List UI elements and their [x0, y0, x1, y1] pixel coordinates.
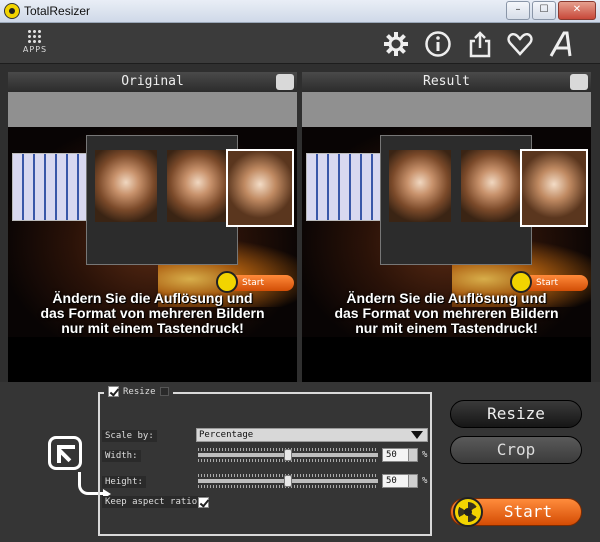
caption-line: das Format von mehreren Bildern: [40, 305, 265, 321]
preview-result-photo: [461, 150, 523, 222]
font-a-icon[interactable]: [548, 30, 576, 58]
preview-photo-grid: [12, 153, 94, 221]
start-button[interactable]: Start: [450, 497, 582, 527]
resize-groupbox: [98, 392, 432, 536]
width-value: 50: [386, 450, 397, 460]
toolbar: APPS: [0, 23, 600, 64]
share-icon[interactable]: [466, 30, 494, 58]
original-title: Original: [121, 74, 184, 89]
result-panel: Result Start Ändern Sie die Auflösung un…: [302, 72, 591, 417]
crop-button[interactable]: Crop: [450, 436, 582, 464]
preview-photo-grid: [306, 153, 388, 221]
keep-aspect-label: Keep aspect ratio:: [102, 496, 206, 508]
caption-line: das Format von mehreren Bildern: [334, 305, 559, 321]
window-title: TotalResizer: [24, 4, 91, 18]
height-spinbox[interactable]: 50: [382, 474, 418, 488]
scale-by-label: Scale by:: [102, 430, 157, 442]
spin-arrows-icon[interactable]: [408, 449, 417, 461]
keep-aspect-checkbox[interactable]: [198, 497, 209, 508]
eye-icon[interactable]: [570, 74, 588, 90]
height-label: Height:: [102, 476, 146, 488]
slider-thumb[interactable]: [284, 475, 292, 487]
maximize-button[interactable]: ☐: [532, 1, 556, 20]
apps-grid-icon: [27, 29, 41, 43]
preview-original-photo: [95, 150, 157, 222]
preview-caption: Ändern Sie die Auflösung und das Format …: [8, 291, 297, 336]
height-value: 50: [386, 476, 397, 486]
result-preview-image: Start Ändern Sie die Auflösung und das F…: [302, 127, 591, 417]
start-label: Start: [503, 502, 553, 521]
preview-original-photo: [389, 150, 451, 222]
height-unit: %: [422, 476, 428, 486]
spin-arrows-icon[interactable]: [408, 475, 417, 487]
legend-spacer: [159, 387, 169, 396]
original-panel: Original Start Ändern Sie die Auflösung …: [8, 72, 297, 417]
title-bar: TotalResizer – ☐ ✕: [0, 0, 600, 23]
radiation-icon: [453, 497, 483, 527]
app-window: TotalResizer – ☐ ✕ APPS Original Start Ä…: [0, 0, 600, 542]
slider-thumb[interactable]: [284, 449, 292, 461]
caption-line: Ändern Sie die Auflösung und: [52, 290, 253, 306]
preview-start-badge: Start: [216, 271, 294, 293]
preview-start-badge: Start: [510, 271, 588, 293]
minimize-button[interactable]: –: [506, 1, 530, 20]
width-label: Width:: [102, 450, 141, 462]
preview-app-screenshot: [380, 135, 532, 265]
scale-by-select[interactable]: Percentage: [196, 428, 428, 442]
apps-label: APPS: [22, 45, 48, 54]
result-title: Result: [423, 74, 470, 89]
resize-button[interactable]: Resize: [450, 400, 582, 428]
preview-caption: Ändern Sie die Auflösung und das Format …: [302, 291, 591, 336]
preview-photo-stack: [520, 149, 588, 227]
height-slider[interactable]: [198, 474, 378, 488]
resize-icon: [48, 436, 82, 470]
gear-icon[interactable]: [382, 30, 410, 58]
resize-checkbox[interactable]: [108, 386, 119, 397]
chevron-down-icon: [411, 431, 423, 439]
result-panel-header: Result: [302, 72, 591, 92]
info-icon[interactable]: [424, 30, 452, 58]
scale-by-value: Percentage: [199, 430, 254, 440]
preview-result-photo: [167, 150, 229, 222]
view-options-icon[interactable]: [276, 74, 294, 90]
close-button[interactable]: ✕: [558, 1, 596, 20]
caption-line: nur mit einem Tastendruck!: [355, 320, 538, 336]
width-unit: %: [422, 450, 428, 460]
original-panel-header: Original: [8, 72, 297, 92]
original-preview-image: Start Ändern Sie die Auflösung und das F…: [8, 127, 297, 417]
preview-photo-stack: [226, 149, 294, 227]
resize-group-title: Resize: [123, 386, 156, 397]
resize-group-legend: Resize: [104, 386, 173, 397]
window-controls: – ☐ ✕: [506, 1, 596, 20]
caption-line: Ändern Sie die Auflösung und: [346, 290, 547, 306]
preview-app-screenshot: [86, 135, 238, 265]
heart-icon[interactable]: [506, 30, 534, 58]
width-slider[interactable]: [198, 448, 378, 462]
width-spinbox[interactable]: 50: [382, 448, 418, 462]
apps-button[interactable]: APPS: [18, 29, 52, 59]
caption-line: nur mit einem Tastendruck!: [61, 320, 244, 336]
app-logo-icon: [4, 3, 20, 19]
